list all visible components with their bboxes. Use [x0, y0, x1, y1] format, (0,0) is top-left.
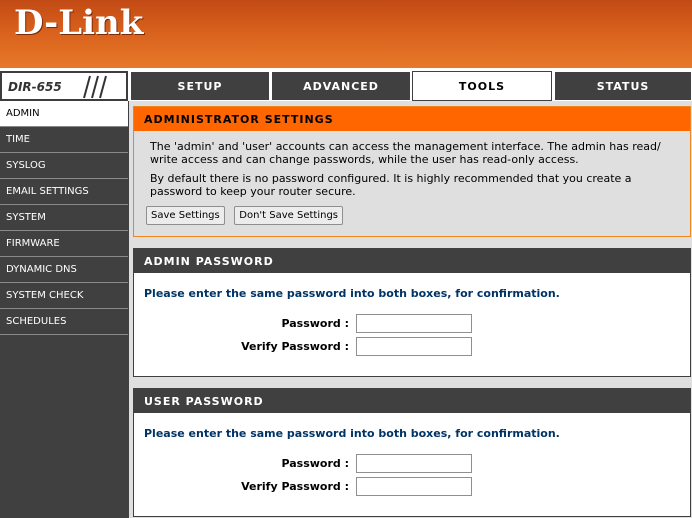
admin-settings-panel: ADMINISTRATOR SETTINGS The 'admin' and '…: [133, 106, 691, 237]
admin-verify-password-label: Verify Password :: [241, 340, 349, 353]
admin-verify-row: Verify Password :: [134, 337, 690, 360]
tab-status[interactable]: STATUS: [554, 71, 692, 101]
user-password-instruction: Please enter the same password into both…: [144, 427, 560, 440]
sidebar-item-time[interactable]: TIME: [0, 127, 128, 153]
admin-password-label: Password :: [281, 317, 349, 330]
sidebar-item-dynamic-dns[interactable]: DYNAMIC DNS: [0, 257, 128, 283]
user-verify-password-input[interactable]: [356, 477, 472, 496]
admin-verify-password-input[interactable]: [356, 337, 472, 356]
user-verify-row: Verify Password :: [134, 477, 690, 500]
sidebar-item-email-settings[interactable]: EMAIL SETTINGS: [0, 179, 128, 205]
sidebar-item-firmware[interactable]: FIRMWARE: [0, 231, 128, 257]
admin-password-row: Password :: [134, 314, 690, 337]
tab-tools[interactable]: TOOLS: [412, 71, 552, 101]
sidebar: ADMIN TIME SYSLOG EMAIL SETTINGS SYSTEM …: [0, 101, 129, 518]
user-password-panel: USER PASSWORD Please enter the same pass…: [133, 388, 691, 517]
user-password-input[interactable]: [356, 454, 472, 473]
admin-settings-title: ADMINISTRATOR SETTINGS: [134, 107, 690, 131]
dlink-logo: D-Link: [14, 3, 144, 43]
sidebar-item-schedules[interactable]: SCHEDULES: [0, 309, 128, 335]
user-password-title: USER PASSWORD: [134, 389, 690, 413]
header-banner: D-Link: [0, 0, 692, 70]
main-content: ADMINISTRATOR SETTINGS The 'admin' and '…: [129, 101, 692, 518]
model-slashes-icon: [83, 75, 107, 99]
tab-advanced[interactable]: ADVANCED: [271, 71, 411, 101]
sidebar-item-system[interactable]: SYSTEM: [0, 205, 128, 231]
sidebar-item-syslog[interactable]: SYSLOG: [0, 153, 128, 179]
top-nav: DIR-655 SETUP ADVANCED TOOLS STATUS: [0, 71, 692, 101]
admin-password-panel: ADMIN PASSWORD Please enter the same pas…: [133, 248, 691, 377]
dont-save-settings-button[interactable]: Don't Save Settings: [234, 206, 343, 225]
user-password-label: Password :: [281, 457, 349, 470]
admin-password-instruction: Please enter the same password into both…: [144, 287, 560, 300]
settings-button-row: Save Settings Don't Save Settings: [134, 198, 690, 225]
user-password-row: Password :: [134, 454, 690, 477]
admin-password-input[interactable]: [356, 314, 472, 333]
admin-settings-paragraph-2: By default there is no password configur…: [150, 172, 632, 198]
user-verify-password-label: Verify Password :: [241, 480, 349, 493]
admin-settings-paragraph-1: The 'admin' and 'user' accounts can acce…: [150, 140, 661, 166]
sidebar-item-admin[interactable]: ADMIN: [0, 101, 128, 127]
tab-setup[interactable]: SETUP: [130, 71, 270, 101]
model-name: DIR-655: [8, 80, 62, 94]
model-label: DIR-655: [0, 71, 128, 101]
sidebar-item-system-check[interactable]: SYSTEM CHECK: [0, 283, 128, 309]
admin-password-title: ADMIN PASSWORD: [134, 249, 690, 273]
save-settings-button[interactable]: Save Settings: [146, 206, 225, 225]
